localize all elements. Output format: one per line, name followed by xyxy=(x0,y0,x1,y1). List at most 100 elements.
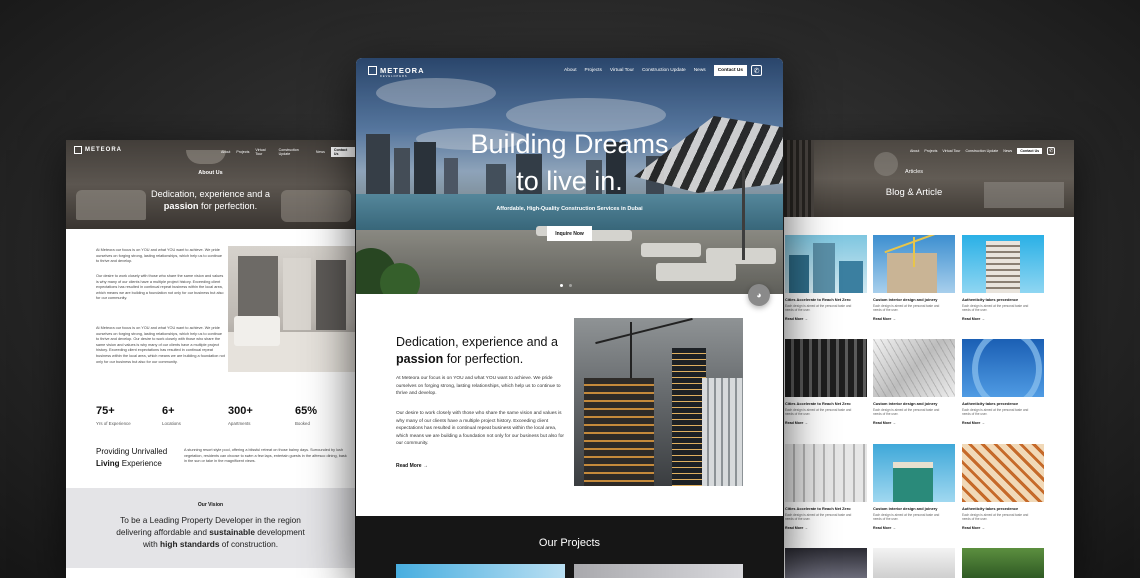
blog-top-nav: About Projects Virtual Tour Construction… xyxy=(910,147,1056,155)
article-desc: Each design is aimed at the personal tas… xyxy=(873,304,940,313)
read-more-link[interactable]: Read More → xyxy=(396,463,428,469)
nav-about[interactable]: About xyxy=(910,149,919,153)
arrow-right-icon: → xyxy=(892,420,896,425)
article-image xyxy=(873,339,955,397)
our-projects-section: Our Projects xyxy=(356,516,783,578)
arrow-right-icon: → xyxy=(981,420,985,425)
nav-virtual-tour[interactable]: Virtual Tour xyxy=(942,149,960,153)
brand-logo[interactable]: METEORA xyxy=(74,146,122,154)
article-image xyxy=(785,444,867,502)
nav-virtual-tour[interactable]: Virtual Tour xyxy=(255,148,272,156)
article-card[interactable]: Authenticity takes precedence Each desig… xyxy=(962,235,1044,321)
our-projects-title: Our Projects xyxy=(538,537,601,549)
article-read-more[interactable]: Read More → xyxy=(962,421,1044,425)
arrow-right-icon: → xyxy=(804,525,808,530)
article-image xyxy=(873,444,955,502)
article-read-more[interactable]: Read More → xyxy=(873,421,955,425)
brand-name: METEORA xyxy=(85,147,122,153)
article-card[interactable]: Custom interior design and joinery Each … xyxy=(873,444,955,530)
article-image xyxy=(785,339,867,397)
hero-subtitle: Affordable, High-Quality Construction Se… xyxy=(496,206,643,212)
contact-us-button[interactable]: Contact Us xyxy=(713,65,748,76)
article-title: Custom interior design and joinery xyxy=(873,506,938,511)
stat-experience: 75+ Yrs of Experience xyxy=(96,405,131,426)
stat-apartments: 300+ Apartments xyxy=(228,405,253,426)
carousel-dot-active[interactable] xyxy=(560,284,563,287)
vision-statement: To be a Leading Property Developer in th… xyxy=(116,515,305,549)
about-para-3: At Meteora our focus is on YOU and what … xyxy=(96,326,225,364)
whatsapp-icon[interactable]: ✆ xyxy=(751,65,763,76)
article-card[interactable]: Cities Accelerate to Reach Net Zero Each… xyxy=(785,235,867,321)
whatsapp-icon[interactable]: ✆ xyxy=(1047,147,1056,155)
article-card[interactable]: Cities Accelerate to Reach Net Zero Each… xyxy=(785,339,867,425)
article-read-more[interactable]: Read More → xyxy=(873,317,955,321)
article-read-more[interactable]: Read More → xyxy=(785,317,867,321)
articles-label: Articles xyxy=(904,169,924,175)
article-card[interactable]: Cities Accelerate to Reach Net Zero Each… xyxy=(785,444,867,530)
chat-bubble-icon[interactable]: ◕ xyxy=(748,284,770,306)
arrow-right-icon: → xyxy=(892,525,896,530)
article-title: Authenticity takes precedence xyxy=(962,297,1019,302)
article-title: Authenticity takes precedence xyxy=(962,506,1019,511)
article-card[interactable]: Custom interior design and joinery Each … xyxy=(873,235,955,321)
blog-hero-title: Blog & Article xyxy=(885,187,943,198)
article-desc: Each design is aimed at the personal tas… xyxy=(873,408,940,417)
article-read-more[interactable]: Read More → xyxy=(873,526,955,530)
brand-subtitle: DEVELOPERS xyxy=(380,75,408,78)
about-hero-heading: Dedication, experience and a passion for… xyxy=(150,189,270,211)
article-read-more[interactable]: Read More → xyxy=(962,526,1044,530)
article-title: Cities Accelerate to Reach Net Zero xyxy=(785,506,851,511)
article-image xyxy=(873,548,955,578)
article-read-more[interactable]: Read More → xyxy=(962,317,1044,321)
article-image xyxy=(962,548,1044,578)
arrow-right-icon: → xyxy=(804,420,808,425)
arrow-right-icon: → xyxy=(804,316,808,321)
home-hero: METEORA DEVELOPERS About Projects Virtua… xyxy=(356,58,783,294)
about-hero: METEORA About Projects Virtual Tour Cons… xyxy=(66,140,355,229)
arrow-right-icon: → xyxy=(892,316,896,321)
nav-news[interactable]: News xyxy=(1003,149,1012,153)
unrivalled-heading: Providing Unrivalled Living Experience xyxy=(96,447,168,468)
intro-para-2: Our desire to work closely with those wh… xyxy=(396,411,564,447)
article-desc: Each design is aimed at the personal tas… xyxy=(962,304,1029,313)
nav-projects[interactable]: Projects xyxy=(585,68,602,73)
carousel-dot[interactable] xyxy=(569,284,572,287)
article-title: Custom interior design and joinery xyxy=(873,297,938,302)
contact-us-button[interactable]: Contact Us xyxy=(1017,148,1043,154)
nav-virtual-tour[interactable]: Virtual Tour xyxy=(610,68,634,73)
article-desc: Each design is aimed at the personal tas… xyxy=(962,513,1029,522)
bedroom-image xyxy=(228,246,355,372)
arrow-right-icon: → xyxy=(981,316,985,321)
nav-about[interactable]: About xyxy=(221,150,230,154)
nav-news[interactable]: News xyxy=(316,150,325,154)
article-desc: Each design is aimed at the personal tas… xyxy=(785,408,852,417)
project-image[interactable] xyxy=(574,564,743,578)
nav-projects[interactable]: Projects xyxy=(924,149,937,153)
nav-construction-update[interactable]: Construction Update xyxy=(642,68,686,73)
nav-projects[interactable]: Projects xyxy=(236,150,249,154)
about-para-2: Our desire to work closely with those wh… xyxy=(96,274,224,301)
article-card[interactable]: Authenticity takes precedence Each desig… xyxy=(962,444,1044,530)
nav-news[interactable]: News xyxy=(694,68,706,73)
inquire-now-button[interactable]: Inquire Now xyxy=(547,226,592,241)
article-read-more[interactable]: Read More → xyxy=(785,421,867,425)
contact-us-button[interactable]: Contact Us xyxy=(330,147,355,157)
article-title: Cities Accelerate to Reach Net Zero xyxy=(785,297,851,302)
project-image[interactable] xyxy=(396,564,565,578)
article-card[interactable]: Authenticity takes precedence Each desig… xyxy=(962,339,1044,425)
unrivalled-text: A stunning resort style pool, offering a… xyxy=(184,448,347,464)
article-desc: Each design is aimed at the personal tas… xyxy=(962,408,1029,417)
nav-construction-update[interactable]: Construction Update xyxy=(279,148,310,156)
brand-logo[interactable]: METEORA xyxy=(368,66,425,75)
vision-section: Our Vision To be a Leading Property Deve… xyxy=(66,488,355,568)
nav-about[interactable]: About xyxy=(564,68,577,73)
blog-page-preview: About Projects Virtual Tour Construction… xyxy=(784,140,1074,578)
home-page-preview: METEORA DEVELOPERS About Projects Virtua… xyxy=(356,58,783,578)
stat-booked: 65% Booked xyxy=(295,405,318,426)
article-read-more[interactable]: Read More → xyxy=(785,526,867,530)
article-card[interactable]: Custom interior design and joinery Each … xyxy=(873,339,955,425)
logo-mark-icon xyxy=(368,66,377,75)
nav-construction-update[interactable]: Construction Update xyxy=(965,149,998,153)
brand-name: METEORA xyxy=(380,66,425,75)
article-image xyxy=(962,235,1044,293)
